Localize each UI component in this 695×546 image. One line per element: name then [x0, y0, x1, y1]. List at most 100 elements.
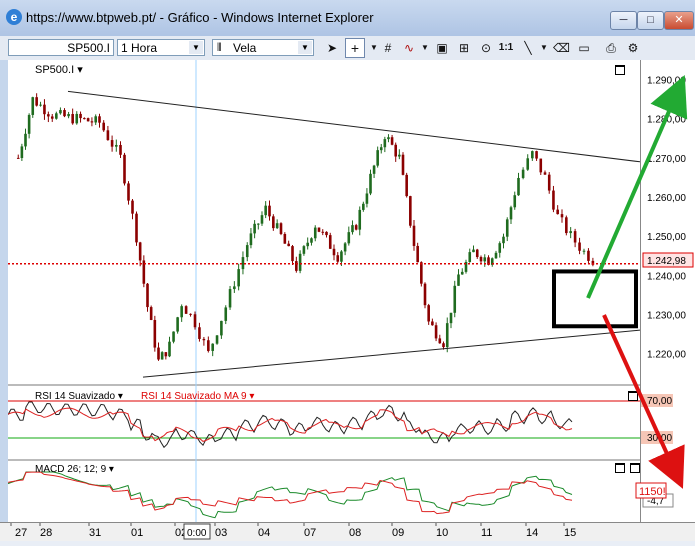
candle-body [498, 243, 502, 253]
candle-body [379, 147, 383, 151]
minimize-button[interactable]: ─ [610, 11, 637, 30]
candle-body [442, 343, 445, 348]
grid-tool-icon[interactable]: # [380, 40, 396, 56]
chevron-down-icon: ▼ [189, 41, 203, 54]
date-label: 04 [258, 527, 270, 539]
candle-body [119, 144, 122, 155]
candle-body [383, 139, 387, 148]
maximize-panel-icon[interactable] [615, 463, 625, 473]
current-price-value: 1.242,98 [647, 256, 686, 267]
candle-body [63, 110, 66, 117]
candle-body [83, 118, 86, 120]
candle-body [472, 249, 475, 253]
close-panel-icon[interactable] [630, 463, 640, 473]
candle-body [394, 144, 398, 157]
macd-line [7, 471, 573, 519]
wave-tool-icon[interactable]: ∿ [401, 40, 417, 56]
window-title: https://www.btpweb.pt/ - Gráfico - Windo… [26, 10, 374, 25]
rsi-upper-value: 70,00 [647, 396, 672, 407]
date-label: 03 [215, 527, 227, 539]
candle-body [535, 151, 538, 159]
candle-body [505, 219, 509, 237]
rsi-line [7, 401, 573, 449]
chart-area[interactable]: SP500.I ▾ RSI 14 Suavizado ▾ RSI 14 Suav… [7, 60, 641, 522]
candle-body [387, 137, 390, 140]
settings-icon[interactable]: ⚙ [625, 40, 641, 56]
cursor-time: 0:00 [187, 528, 207, 539]
maximize-button[interactable]: □ [637, 11, 664, 30]
candle-body [343, 243, 347, 252]
candle-body [224, 307, 228, 321]
candle-body [332, 248, 336, 256]
print-icon[interactable]: ⎙ [603, 40, 619, 56]
price-tick-label: 1.220,00 [647, 350, 686, 361]
candle-body [71, 114, 74, 124]
candle-body [184, 306, 188, 314]
candle-body [556, 209, 559, 215]
candle-body [275, 223, 279, 229]
candle-body [287, 243, 290, 247]
target-box [552, 269, 638, 329]
chevron-down-icon[interactable]: ▼ [536, 40, 552, 56]
candle-body [67, 114, 70, 117]
candle-body [245, 245, 249, 258]
close-button[interactable]: ✕ [664, 11, 694, 30]
date-label: 10 [436, 527, 448, 539]
candle-body [560, 214, 564, 218]
candle-body [416, 245, 419, 263]
eraser-icon[interactable]: ⌫ [553, 40, 570, 56]
pointer-tool-icon[interactable]: ➤ [324, 40, 340, 56]
date-axis: 27 28 31 01 02 03 04 07 08 09 10 11 14 15 0:00 [0, 522, 695, 541]
chart-toolbar: SP500.I 1 Hora ▼ ⫴ Vela ▼ ➤ + ▼ # ∿ ▼ ▣ … [0, 36, 695, 61]
symbol-input[interactable]: SP500.I [8, 39, 114, 56]
date-label: 14 [526, 527, 538, 539]
interval-select[interactable]: 1 Hora ▼ [117, 39, 205, 56]
candle-body [468, 252, 472, 262]
chevron-down-icon[interactable]: ▼ [417, 40, 433, 56]
candle-body [123, 154, 126, 184]
candle-body [358, 209, 362, 230]
chart-style-select[interactable]: ⫴ Vela ▼ [212, 39, 314, 56]
rsi-ma-panel-label[interactable]: RSI 14 Suavizado MA 9 ▾ [141, 391, 254, 402]
internet-explorer-icon: e [6, 9, 22, 25]
price-tick-label: 1.250,00 [647, 232, 686, 243]
candle-body [98, 116, 101, 123]
screen-icon[interactable]: ▭ [576, 40, 592, 56]
line-tool-icon[interactable]: ╲ [520, 40, 536, 56]
candle-body [405, 174, 408, 197]
zoom-box-icon[interactable]: ▣ [434, 40, 450, 56]
candle-body [241, 257, 245, 270]
candle-body [257, 223, 260, 225]
price-tick-label: 1.230,00 [647, 311, 686, 322]
upper-trendline [67, 90, 641, 163]
candle-body [347, 232, 351, 244]
candle-body [325, 231, 328, 236]
candle-body [427, 305, 430, 322]
candle-body [157, 347, 160, 360]
ratio-button[interactable]: 1:1 [498, 40, 514, 56]
candle-body [321, 231, 325, 233]
date-label: 28 [40, 527, 52, 539]
chart-canvas[interactable]: SP500.I ▾ RSI 14 Suavizado ▾ RSI 14 Suav… [7, 60, 641, 522]
date-label: 07 [304, 527, 316, 539]
candle-body [79, 113, 82, 119]
zoom-icon[interactable]: ⊙ [478, 40, 494, 56]
macd-panel-label[interactable]: MACD 26; 12; 9 ▾ [35, 464, 114, 475]
candle-body [106, 130, 110, 141]
candle-body [475, 249, 479, 258]
candle-body [207, 340, 210, 351]
candle-body [531, 151, 534, 159]
close-panel-icon[interactable] [628, 391, 638, 401]
candle-body [340, 251, 343, 262]
candle-body [16, 157, 20, 159]
rsi-panel-label[interactable]: RSI 14 Suavizado ▾ [35, 391, 123, 402]
candle-body [215, 335, 219, 344]
candle-body [328, 235, 332, 249]
candle-body [365, 193, 369, 204]
expand-icon[interactable]: ⊞ [456, 40, 472, 56]
price-panel-label[interactable]: SP500.I ▾ [35, 64, 83, 76]
candle-body [59, 110, 62, 114]
crosshair-tool-icon[interactable]: + [345, 38, 365, 58]
candle-body [149, 307, 153, 320]
maximize-panel-icon[interactable] [615, 65, 625, 75]
